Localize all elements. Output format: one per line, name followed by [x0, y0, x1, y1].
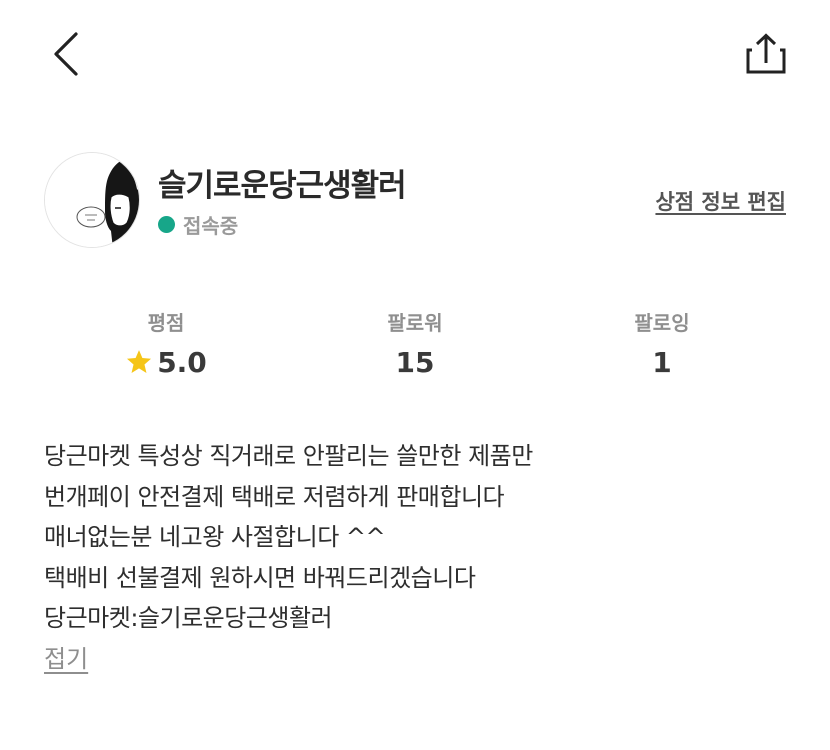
followers-value: 15 — [395, 345, 435, 379]
followers-value-row: 15 — [315, 344, 515, 380]
rating-label: 평점 — [147, 311, 185, 335]
store-description: 당근마켓 특성상 직거래로 안팔리는 쓸만한 제품만 번개페이 안전결제 택배로… — [44, 436, 784, 679]
description-line: 번개페이 안전결제 택배로 저렴하게 판매합니다 — [44, 482, 505, 511]
avatar[interactable] — [44, 152, 140, 248]
rating-value-row: 5.0 — [66, 344, 266, 380]
stat-followers[interactable]: 팔로워 15 — [315, 308, 515, 380]
edit-store-info-link[interactable]: 상점 정보 편집 — [655, 186, 786, 216]
description-line: 택배비 선불결제 원하시면 바꿔드리겠습니다 — [44, 563, 476, 592]
online-status-label: 접속중 — [183, 214, 239, 238]
stat-following[interactable]: 팔로잉 1 — [562, 308, 762, 380]
chevron-left-icon — [54, 32, 78, 76]
description-line: 당근마켓 특성상 직거래로 안팔리는 쓸만한 제품만 — [44, 442, 533, 470]
share-icon — [746, 33, 786, 74]
avatar-illustration — [45, 153, 139, 247]
description-line: 매너없는분 네고왕 사절합니다 ^^ — [44, 523, 386, 551]
top-bar — [0, 0, 830, 110]
profile-section: 슬기로운당근생활러 접속중 상점 정보 편집 — [0, 150, 830, 250]
following-label: 팔로잉 — [634, 311, 690, 335]
online-status: 접속중 — [158, 210, 238, 239]
following-value: 1 — [652, 345, 672, 379]
stat-rating[interactable]: 평점 5.0 — [66, 308, 266, 380]
stats-row: 평점 5.0 팔로워 15 팔로잉 1 — [0, 308, 830, 388]
online-status-dot — [158, 216, 175, 233]
rating-value: 5.0 — [157, 345, 207, 379]
back-button[interactable] — [44, 28, 88, 80]
store-name: 슬기로운당근생활러 — [158, 168, 407, 204]
collapse-description-link[interactable]: 접기 — [44, 639, 88, 679]
star-icon — [127, 350, 152, 373]
following-value-row: 1 — [562, 344, 762, 380]
followers-label: 팔로워 — [387, 311, 443, 335]
share-button[interactable] — [738, 28, 794, 80]
description-line: 당근마켓:슬기로운당근생활러 — [44, 604, 333, 632]
